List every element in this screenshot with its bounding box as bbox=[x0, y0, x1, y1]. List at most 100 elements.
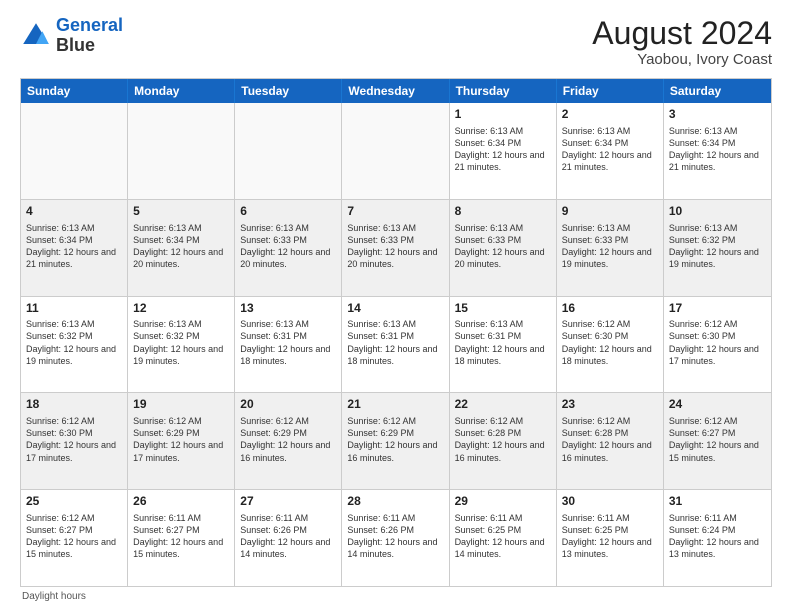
day-info: Sunrise: 6:11 AMSunset: 6:25 PMDaylight:… bbox=[562, 512, 658, 561]
calendar-cell bbox=[235, 103, 342, 199]
day-info: Sunrise: 6:12 AMSunset: 6:30 PMDaylight:… bbox=[562, 318, 658, 367]
calendar-cell: 24Sunrise: 6:12 AMSunset: 6:27 PMDayligh… bbox=[664, 393, 771, 489]
day-info: Sunrise: 6:11 AMSunset: 6:24 PMDaylight:… bbox=[669, 512, 766, 561]
logo-text: General Blue bbox=[56, 16, 123, 56]
calendar-cell: 8 Sunrise: 6:13 AMSunset: 6:33 PMDaylight… bbox=[450, 200, 557, 296]
day-info: Sunrise: 6:13 AMSunset: 6:34 PMDaylight:… bbox=[562, 125, 658, 174]
calendar-cell: 25 Sunrise: 6:12 AMSunset: 6:27 PMDayligh… bbox=[21, 490, 128, 586]
calendar-cell: 7 Sunrise: 6:13 AMSunset: 6:33 PMDaylight… bbox=[342, 200, 449, 296]
day-info: Sunrise: 6:13 AMSunset: 6:31 PMDaylight:… bbox=[455, 318, 551, 367]
day-number: 12 bbox=[133, 301, 229, 317]
day-info: Sunrise: 6:12 AMSunset: 6:29 PMDaylight:… bbox=[133, 415, 229, 464]
calendar: SundayMondayTuesdayWednesdayThursdayFrid… bbox=[20, 78, 772, 587]
calendar-header-cell: Monday bbox=[128, 79, 235, 103]
calendar-header-cell: Thursday bbox=[450, 79, 557, 103]
day-number: 10 bbox=[669, 204, 766, 220]
header: General Blue August 2024 Yaobou, Ivory C… bbox=[20, 16, 772, 68]
calendar-cell: 9 Sunrise: 6:13 AMSunset: 6:33 PMDaylight… bbox=[557, 200, 664, 296]
calendar-cell: 13Sunrise: 6:13 AMSunset: 6:31 PMDayligh… bbox=[235, 297, 342, 393]
calendar-row: 18 Sunrise: 6:12 AMSunset: 6:30 PMDayligh… bbox=[21, 393, 771, 490]
day-number: 21 bbox=[347, 397, 443, 413]
page: General Blue August 2024 Yaobou, Ivory C… bbox=[0, 0, 792, 612]
day-number: 24 bbox=[669, 397, 766, 413]
calendar-cell: 15Sunrise: 6:13 AMSunset: 6:31 PMDayligh… bbox=[450, 297, 557, 393]
day-info: Sunrise: 6:13 AMSunset: 6:32 PMDaylight:… bbox=[133, 318, 229, 367]
day-info: Sunrise: 6:13 AMSunset: 6:34 PMDaylight:… bbox=[455, 125, 551, 174]
day-info: Sunrise: 6:11 AMSunset: 6:26 PMDaylight:… bbox=[240, 512, 336, 561]
calendar-row: 25 Sunrise: 6:12 AMSunset: 6:27 PMDayligh… bbox=[21, 490, 771, 586]
day-number: 3 bbox=[669, 107, 766, 123]
day-number: 26 bbox=[133, 494, 229, 510]
day-info: Sunrise: 6:13 AMSunset: 6:31 PMDaylight:… bbox=[347, 318, 443, 367]
day-number: 25 bbox=[26, 494, 122, 510]
calendar-cell: 6Sunrise: 6:13 AMSunset: 6:33 PMDaylight… bbox=[235, 200, 342, 296]
day-number: 22 bbox=[455, 397, 551, 413]
day-number: 13 bbox=[240, 301, 336, 317]
day-number: 7 bbox=[347, 204, 443, 220]
day-info: Sunrise: 6:11 AMSunset: 6:25 PMDaylight:… bbox=[455, 512, 551, 561]
day-number: 23 bbox=[562, 397, 658, 413]
calendar-header-cell: Tuesday bbox=[235, 79, 342, 103]
calendar-cell: 2Sunrise: 6:13 AMSunset: 6:34 PMDaylight… bbox=[557, 103, 664, 199]
calendar-cell: 28 Sunrise: 6:11 AMSunset: 6:26 PMDayligh… bbox=[342, 490, 449, 586]
calendar-cell: 16Sunrise: 6:12 AMSunset: 6:30 PMDayligh… bbox=[557, 297, 664, 393]
day-info: Sunrise: 6:13 AMSunset: 6:33 PMDaylight:… bbox=[562, 222, 658, 271]
calendar-cell: 14Sunrise: 6:13 AMSunset: 6:31 PMDayligh… bbox=[342, 297, 449, 393]
day-info: Sunrise: 6:13 AMSunset: 6:33 PMDaylight:… bbox=[455, 222, 551, 271]
day-number: 28 bbox=[347, 494, 443, 510]
calendar-cell: 27Sunrise: 6:11 AMSunset: 6:26 PMDayligh… bbox=[235, 490, 342, 586]
calendar-cell: 26Sunrise: 6:11 AMSunset: 6:27 PMDayligh… bbox=[128, 490, 235, 586]
calendar-cell: 21 Sunrise: 6:12 AMSunset: 6:29 PMDayligh… bbox=[342, 393, 449, 489]
calendar-header-cell: Sunday bbox=[21, 79, 128, 103]
day-info: Sunrise: 6:13 AMSunset: 6:34 PMDaylight:… bbox=[133, 222, 229, 271]
day-info: Sunrise: 6:12 AMSunset: 6:29 PMDaylight:… bbox=[347, 415, 443, 464]
day-number: 16 bbox=[562, 301, 658, 317]
calendar-cell: 22 Sunrise: 6:12 AMSunset: 6:28 PMDayligh… bbox=[450, 393, 557, 489]
day-number: 8 bbox=[455, 204, 551, 220]
day-info: Sunrise: 6:11 AMSunset: 6:26 PMDaylight:… bbox=[347, 512, 443, 561]
day-number: 18 bbox=[26, 397, 122, 413]
day-number: 4 bbox=[26, 204, 122, 220]
calendar-cell: 23 Sunrise: 6:12 AMSunset: 6:28 PMDayligh… bbox=[557, 393, 664, 489]
calendar-cell: 31 Sunrise: 6:11 AMSunset: 6:24 PMDayligh… bbox=[664, 490, 771, 586]
calendar-cell: 12Sunrise: 6:13 AMSunset: 6:32 PMDayligh… bbox=[128, 297, 235, 393]
day-number: 31 bbox=[669, 494, 766, 510]
calendar-cell: 1Sunrise: 6:13 AMSunset: 6:34 PMDaylight… bbox=[450, 103, 557, 199]
day-info: Sunrise: 6:13 AMSunset: 6:33 PMDaylight:… bbox=[347, 222, 443, 271]
calendar-row: 4 Sunrise: 6:13 AMSunset: 6:34 PMDaylight… bbox=[21, 200, 771, 297]
calendar-cell: 20Sunrise: 6:12 AMSunset: 6:29 PMDayligh… bbox=[235, 393, 342, 489]
day-info: Sunrise: 6:13 AMSunset: 6:32 PMDaylight:… bbox=[669, 222, 766, 271]
day-info: Sunrise: 6:12 AMSunset: 6:27 PMDaylight:… bbox=[26, 512, 122, 561]
calendar-cell: 11Sunrise: 6:13 AMSunset: 6:32 PMDayligh… bbox=[21, 297, 128, 393]
subtitle: Yaobou, Ivory Coast bbox=[592, 51, 772, 68]
calendar-cell bbox=[128, 103, 235, 199]
calendar-body: 1Sunrise: 6:13 AMSunset: 6:34 PMDaylight… bbox=[21, 103, 771, 586]
calendar-cell: 29Sunrise: 6:11 AMSunset: 6:25 PMDayligh… bbox=[450, 490, 557, 586]
calendar-cell: 30Sunrise: 6:11 AMSunset: 6:25 PMDayligh… bbox=[557, 490, 664, 586]
day-info: Sunrise: 6:12 AMSunset: 6:30 PMDaylight:… bbox=[26, 415, 122, 464]
calendar-cell bbox=[21, 103, 128, 199]
calendar-header-cell: Wednesday bbox=[342, 79, 449, 103]
footer-note: Daylight hours bbox=[20, 591, 772, 602]
day-info: Sunrise: 6:12 AMSunset: 6:28 PMDaylight:… bbox=[455, 415, 551, 464]
day-info: Sunrise: 6:12 AMSunset: 6:28 PMDaylight:… bbox=[562, 415, 658, 464]
calendar-row: 11 Sunrise: 6:13 AMSunset: 6:32 PMDayligh… bbox=[21, 297, 771, 394]
day-number: 9 bbox=[562, 204, 658, 220]
calendar-header-cell: Friday bbox=[557, 79, 664, 103]
calendar-cell: 4 Sunrise: 6:13 AMSunset: 6:34 PMDaylight… bbox=[21, 200, 128, 296]
day-info: Sunrise: 6:12 AMSunset: 6:30 PMDaylight:… bbox=[669, 318, 766, 367]
day-info: Sunrise: 6:13 AMSunset: 6:34 PMDaylight:… bbox=[26, 222, 122, 271]
day-info: Sunrise: 6:13 AMSunset: 6:31 PMDaylight:… bbox=[240, 318, 336, 367]
calendar-header-cell: Saturday bbox=[664, 79, 771, 103]
calendar-cell: 17Sunrise: 6:12 AMSunset: 6:30 PMDayligh… bbox=[664, 297, 771, 393]
day-number: 14 bbox=[347, 301, 443, 317]
calendar-row: 1Sunrise: 6:13 AMSunset: 6:34 PMDaylight… bbox=[21, 103, 771, 200]
calendar-cell: 19Sunrise: 6:12 AMSunset: 6:29 PMDayligh… bbox=[128, 393, 235, 489]
day-number: 15 bbox=[455, 301, 551, 317]
title-block: August 2024 Yaobou, Ivory Coast bbox=[592, 16, 772, 68]
calendar-cell bbox=[342, 103, 449, 199]
day-info: Sunrise: 6:12 AMSunset: 6:29 PMDaylight:… bbox=[240, 415, 336, 464]
logo-icon bbox=[20, 20, 52, 52]
day-number: 11 bbox=[26, 301, 122, 317]
main-title: August 2024 bbox=[592, 16, 772, 51]
